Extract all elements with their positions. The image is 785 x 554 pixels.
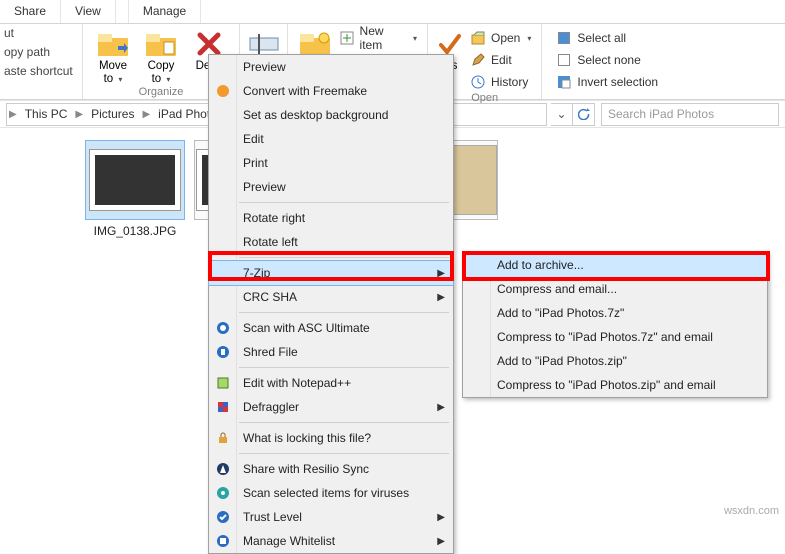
- mi-rotate-right[interactable]: Rotate right: [209, 206, 453, 230]
- submenu-arrow-icon: ▶: [437, 536, 445, 547]
- mi-trust-level[interactable]: Trust Level▶: [209, 505, 453, 529]
- mi-shred[interactable]: Shred File: [209, 340, 453, 364]
- open-label: Open: [491, 31, 520, 45]
- separator: [239, 257, 449, 258]
- lock-icon: [215, 430, 231, 446]
- group-select: Select all Select none Invert selection: [542, 24, 668, 99]
- folder-copy-icon: [145, 28, 177, 60]
- select-all-label: Select all: [577, 31, 626, 45]
- submenu-7zip: Add to archive... Compress and email... …: [462, 252, 768, 398]
- submenu-arrow-icon: ▶: [437, 268, 445, 279]
- mi-preview[interactable]: Preview: [209, 55, 453, 79]
- mi-scan-asc[interactable]: Scan with ASC Ultimate: [209, 316, 453, 340]
- mi-notepadpp[interactable]: Edit with Notepad++: [209, 371, 453, 395]
- watermark: wsxdn.com: [724, 505, 779, 517]
- select-none-button[interactable]: Select none: [552, 50, 662, 70]
- whitelist-icon: [215, 533, 231, 549]
- history-button[interactable]: History: [466, 72, 535, 92]
- mi-add-7z[interactable]: Add to "iPad Photos.7z": [463, 301, 767, 325]
- search-input[interactable]: Search iPad Photos: [601, 103, 779, 126]
- edit-label: Edit: [491, 53, 512, 67]
- invert-selection-button[interactable]: Invert selection: [552, 72, 662, 92]
- ribbon-tabs: Share View Manage: [0, 0, 785, 24]
- mi-print[interactable]: Print: [209, 151, 453, 175]
- copy-path-button[interactable]: opy path: [4, 45, 78, 63]
- submenu-arrow-icon: ▶: [437, 512, 445, 523]
- edit-button[interactable]: Edit: [466, 50, 535, 70]
- mi-crc-sha[interactable]: CRC SHA▶: [209, 285, 453, 309]
- mi-compress-7z-email[interactable]: Compress to "iPad Photos.7z" and email: [463, 325, 767, 349]
- cut-button[interactable]: ut: [4, 26, 78, 44]
- move-to-button[interactable]: Moveto ▾: [89, 26, 137, 86]
- edit-pencil-icon: [470, 52, 486, 68]
- virus-scan-icon: [215, 485, 231, 501]
- file-thumbnail-selected[interactable]: IMG_0138.JPG: [80, 140, 190, 238]
- file-thumbnail-3[interactable]: [450, 140, 498, 224]
- mi-add-archive[interactable]: Add to archive...: [463, 253, 767, 277]
- freemake-icon: [215, 83, 231, 99]
- invert-label: Invert selection: [577, 75, 658, 89]
- mi-locking[interactable]: What is locking this file?: [209, 426, 453, 450]
- refresh-icon: [578, 108, 590, 120]
- resilio-icon: [215, 461, 231, 477]
- asc-icon: [215, 320, 231, 336]
- separator: [239, 367, 449, 368]
- mi-convert-freemake[interactable]: Convert with Freemake: [209, 79, 453, 103]
- crumb-this-pc[interactable]: This PC: [19, 104, 74, 125]
- tab-view[interactable]: View: [61, 0, 116, 23]
- mi-whitelist[interactable]: Manage Whitelist▶: [209, 529, 453, 553]
- mi-compress-email[interactable]: Compress and email...: [463, 277, 767, 301]
- mi-compress-zip-email[interactable]: Compress to "iPad Photos.zip" and email: [463, 373, 767, 397]
- new-item-button[interactable]: New item▾: [336, 28, 421, 48]
- separator: [239, 453, 449, 454]
- group-clipboard: ut opy path aste shortcut: [0, 24, 83, 99]
- tab-manage[interactable]: Manage: [128, 0, 201, 23]
- mi-resilio[interactable]: Share with Resilio Sync: [209, 457, 453, 481]
- invert-icon: [556, 74, 572, 90]
- crumb-pictures[interactable]: Pictures: [85, 104, 140, 125]
- submenu-arrow-icon: ▶: [437, 292, 445, 303]
- mi-add-zip[interactable]: Add to "iPad Photos.zip": [463, 349, 767, 373]
- paste-shortcut-button[interactable]: aste shortcut: [4, 64, 78, 82]
- separator: [239, 202, 449, 203]
- context-menu: Preview Convert with Freemake Set as des…: [208, 54, 454, 554]
- mi-scan-virus[interactable]: Scan selected items for viruses: [209, 481, 453, 505]
- refresh-button[interactable]: [573, 103, 595, 126]
- open-button[interactable]: Open▾: [466, 28, 535, 48]
- mi-edit[interactable]: Edit: [209, 127, 453, 151]
- mi-rotate-left[interactable]: Rotate left: [209, 230, 453, 254]
- new-item-icon: [340, 30, 355, 46]
- shred-icon: [215, 344, 231, 360]
- address-dropdown[interactable]: ⌄: [551, 103, 573, 126]
- mi-7zip[interactable]: 7-Zip▶: [209, 261, 453, 285]
- copy-to-button[interactable]: Copyto ▾: [137, 26, 185, 86]
- notepadpp-icon: [215, 375, 231, 391]
- mi-set-background[interactable]: Set as desktop background: [209, 103, 453, 127]
- separator: [239, 422, 449, 423]
- tab-share[interactable]: Share: [0, 0, 61, 23]
- select-all-button[interactable]: Select all: [552, 28, 662, 48]
- file-caption: IMG_0138.JPG: [80, 224, 190, 238]
- select-none-label: Select none: [577, 53, 640, 67]
- mi-defraggler[interactable]: Defraggler▶: [209, 395, 453, 419]
- select-all-icon: [556, 30, 572, 46]
- select-none-icon: [556, 52, 572, 68]
- open-icon: [470, 30, 486, 46]
- new-item-label: New item: [360, 24, 406, 52]
- history-clock-icon: [470, 74, 486, 90]
- submenu-arrow-icon: ▶: [437, 402, 445, 413]
- folder-move-icon: [97, 28, 129, 60]
- history-label: History: [491, 75, 528, 89]
- mi-preview2[interactable]: Preview: [209, 175, 453, 199]
- defraggler-icon: [215, 399, 231, 415]
- crumb-ipad[interactable]: iPad Phot: [152, 104, 216, 125]
- separator: [239, 312, 449, 313]
